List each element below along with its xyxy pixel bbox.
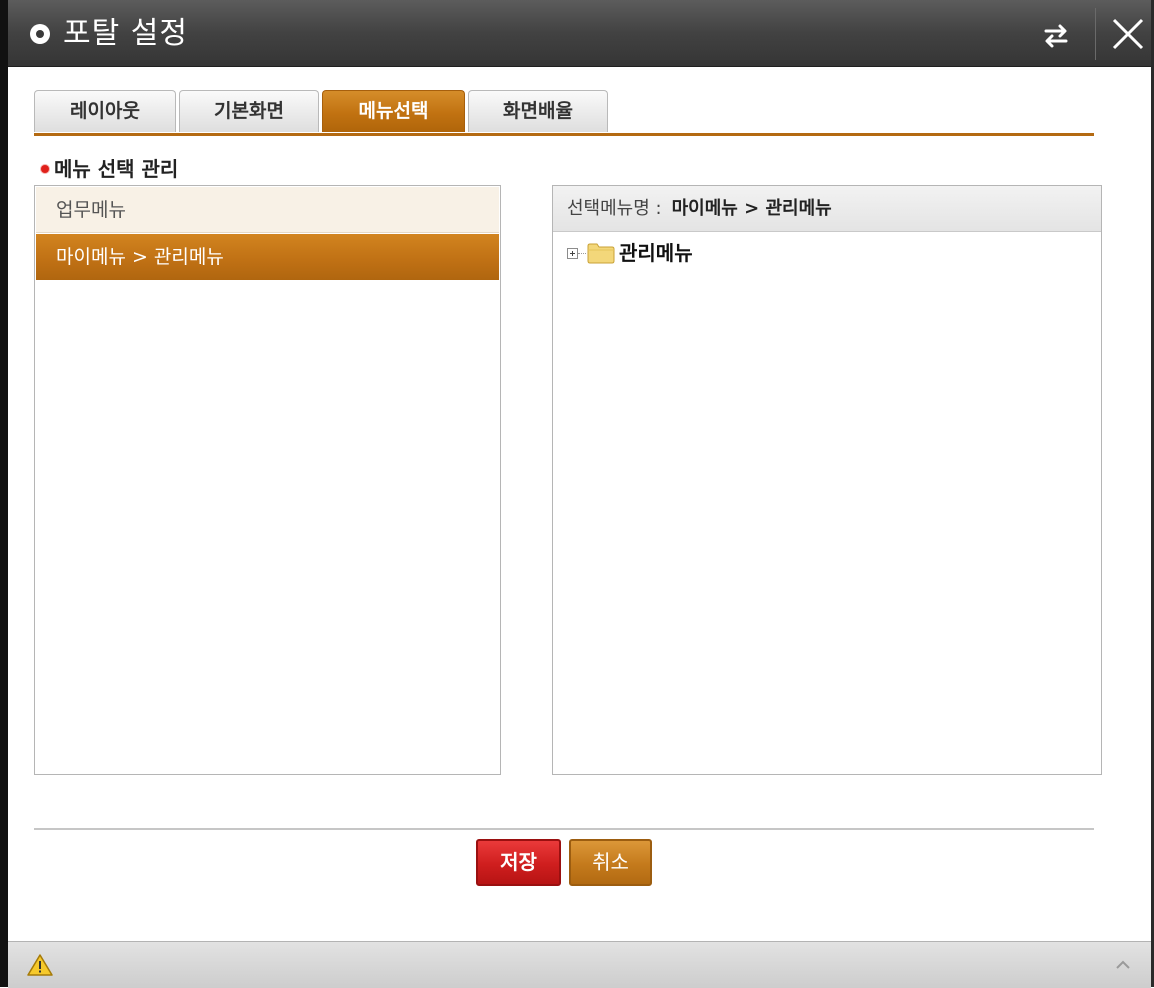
section-title: 메뉴 선택 관리 — [54, 157, 179, 181]
list-item-my-menu-admin[interactable]: 마이메뉴 > 관리메뉴 — [36, 234, 499, 280]
selected-menu-path: 마이메뉴 > 관리메뉴 — [671, 198, 832, 219]
status-bar — [8, 941, 1151, 988]
menu-list-panel: 업무메뉴 마이메뉴 > 관리메뉴 — [34, 185, 501, 775]
tree-node-label[interactable]: 관리메뉴 — [619, 238, 693, 268]
tree-connector-line — [578, 253, 586, 255]
swap-arrows-icon[interactable] — [1036, 16, 1076, 56]
cancel-button[interactable]: 취소 — [569, 839, 652, 886]
tab-zoom[interactable]: 화면배율 — [468, 90, 608, 132]
title-bullet-icon — [30, 24, 50, 44]
selected-menu-header: 선택메뉴명 : 마이메뉴 > 관리메뉴 — [553, 186, 1101, 232]
window-title: 포탈 설정 — [63, 16, 188, 51]
expand-plus-icon[interactable] — [567, 248, 578, 259]
title-bar: 포탈 설정 — [8, 0, 1151, 67]
warning-icon[interactable] — [27, 954, 53, 976]
close-icon[interactable] — [1108, 14, 1148, 54]
list-item-work-menu[interactable]: 업무메뉴 — [36, 187, 499, 233]
tab-layout[interactable]: 레이아웃 — [34, 90, 176, 132]
chevron-up-icon[interactable] — [1112, 954, 1134, 976]
save-button[interactable]: 저장 — [476, 839, 561, 886]
tab-underline — [34, 133, 1094, 136]
menu-tree-panel: 선택메뉴명 : 마이메뉴 > 관리메뉴 관리메뉴 — [552, 185, 1102, 775]
selected-menu-label: 선택메뉴명 : — [567, 198, 662, 219]
portal-settings-window: 포탈 설정 레이아웃 기본화면 메뉴선택 화면배율 메뉴 선택 관리 업무메뉴 … — [0, 0, 1154, 988]
section-bullet-icon — [41, 165, 49, 173]
tab-menu-select[interactable]: 메뉴선택 — [322, 90, 465, 132]
tab-default-screen[interactable]: 기본화면 — [179, 90, 319, 132]
folder-icon — [587, 242, 615, 264]
title-divider — [1095, 8, 1096, 60]
bottom-divider — [34, 828, 1094, 830]
